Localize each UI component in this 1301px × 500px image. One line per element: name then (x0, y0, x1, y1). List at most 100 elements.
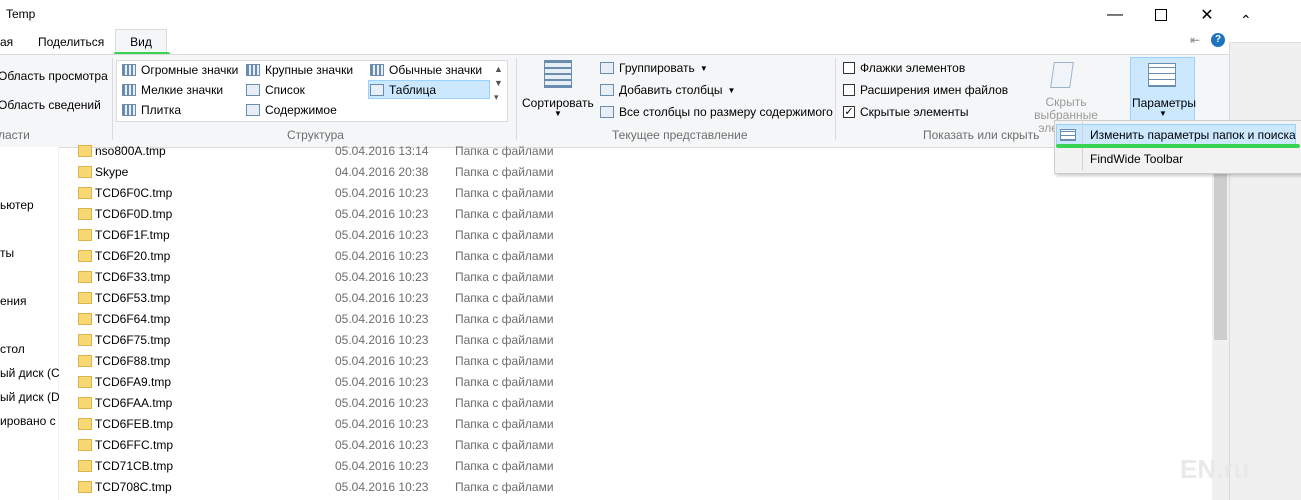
fit-columns-label: Все столбцы по размеру содержимого (619, 105, 833, 119)
group-by-button[interactable]: Группировать ▼ (600, 58, 708, 78)
extensions-checkbox[interactable] (843, 84, 855, 96)
nav-item[interactable]: ьютер (0, 198, 34, 212)
file-row[interactable]: TCD6F88.tmp 05.04.2016 10:23 Папка с файла… (75, 351, 635, 372)
file-type: Папка с файлами (455, 291, 554, 305)
folder-icon (78, 439, 92, 451)
options-label: Параметры (1132, 96, 1196, 110)
fit-columns-button[interactable]: Все столбцы по размеру содержимого (600, 102, 833, 122)
folder-icon (78, 292, 92, 304)
item-checkboxes-toggle[interactable]: Флажки элементов (843, 58, 965, 78)
file-name: TCD6F0C.tmp (95, 186, 173, 200)
group-separator (516, 58, 517, 140)
preview-pane-button[interactable]: Область просмотра (0, 66, 108, 86)
layout-details[interactable]: Таблица (370, 80, 436, 100)
file-name: TCD6F88.tmp (95, 354, 171, 368)
content-icon (246, 104, 260, 116)
file-name: TCD6FFC.tmp (95, 438, 173, 452)
change-folder-options-item[interactable]: Изменить параметры папок и поиска (1090, 128, 1296, 142)
scrollbar-thumb[interactable] (1214, 172, 1227, 340)
file-name: nso800A.tmp (95, 144, 166, 158)
hidden-items-checkbox[interactable]: ✓ (843, 106, 855, 118)
file-date: 05.04.2016 10:23 (335, 291, 429, 305)
file-row[interactable]: TCD6FEB.tmp 05.04.2016 10:23 Папка с файла… (75, 414, 635, 435)
file-type: Папка с файлами (455, 333, 554, 347)
findwide-toolbar-item[interactable]: FindWide Toolbar (1090, 152, 1183, 166)
file-date: 05.04.2016 10:23 (335, 480, 429, 494)
show-hide-group-label: Показать или скрыть (923, 128, 1040, 142)
details-pane-button[interactable]: Область сведений (0, 95, 101, 115)
pin-icon[interactable]: ⇤ (1190, 33, 1200, 47)
minimize-button[interactable]: — (1092, 0, 1138, 30)
file-row[interactable]: TCD6FA9.tmp 05.04.2016 10:23 Папка с файла… (75, 372, 635, 393)
maximize-button[interactable] (1138, 0, 1184, 30)
file-name: TCD6F53.tmp (95, 291, 171, 305)
chevron-up-icon[interactable]: ⌃ (1240, 12, 1252, 29)
file-type: Папка с файлами (455, 354, 554, 368)
file-date: 05.04.2016 10:23 (335, 207, 429, 221)
file-name: TCD6F64.tmp (95, 312, 171, 326)
nav-item[interactable]: ты (0, 246, 14, 260)
file-type: Папка с файлами (455, 144, 554, 158)
extensions-toggle[interactable]: Расширения имен файлов (843, 80, 1008, 100)
file-date: 05.04.2016 10:23 (335, 312, 429, 326)
nav-item[interactable]: ировано с (0, 414, 56, 428)
file-date: 05.04.2016 10:23 (335, 270, 429, 284)
file-row[interactable]: TCD6F33.tmp 05.04.2016 10:23 Папка с файла… (75, 267, 635, 288)
tab-home-partial[interactable]: ая (0, 30, 19, 54)
file-row[interactable]: TCD6FFC.tmp 05.04.2016 10:23 Папка с файла… (75, 435, 635, 456)
fit-columns-icon (600, 106, 614, 118)
layout-tiles[interactable]: Плитка (122, 100, 181, 120)
tab-share[interactable]: Поделиться (32, 30, 110, 54)
file-row[interactable]: TCD6F20.tmp 05.04.2016 10:23 Папка с файла… (75, 246, 635, 267)
file-row[interactable]: nso800A.tmp 05.04.2016 13:14 Папка с файла… (75, 141, 635, 162)
layout-medium-icons[interactable]: Обычные значки (370, 60, 482, 80)
file-row[interactable]: TCD6F0C.tmp 05.04.2016 10:23 Папка с файла… (75, 183, 635, 204)
sort-button[interactable]: Сортировать (522, 96, 594, 110)
folder-icon (78, 250, 92, 262)
file-name: Skype (95, 165, 129, 179)
folder-icon (78, 187, 92, 199)
layout-content[interactable]: Содержимое (246, 100, 337, 120)
file-name: TCD6F1F.tmp (95, 228, 170, 242)
layout-small-icons[interactable]: Мелкие значки (122, 80, 223, 100)
file-row[interactable]: TCD6F64.tmp 05.04.2016 10:23 Папка с файла… (75, 309, 635, 330)
file-date: 05.04.2016 10:23 (335, 333, 429, 347)
layout-scroll-arrows[interactable]: ▲ ▼ ▾ (494, 62, 503, 104)
nav-item[interactable]: ый диск (D (0, 390, 60, 404)
menu-item-highlight-underline (1056, 144, 1300, 148)
file-name: TCD6F33.tmp (95, 270, 171, 284)
help-icon[interactable]: ? (1211, 33, 1225, 47)
item-checkboxes-checkbox[interactable] (843, 62, 855, 74)
file-name: TCD708C.tmp (95, 480, 172, 494)
nav-item[interactable]: ения (0, 294, 27, 308)
file-name: TCD6F0D.tmp (95, 207, 173, 221)
layout-label: Огромные значки (141, 63, 239, 77)
sort-icon (544, 60, 572, 88)
close-button[interactable]: ✕ (1184, 0, 1230, 30)
file-row[interactable]: Skype 04.04.2016 20:38 Папка с файлами (75, 162, 635, 183)
file-row[interactable]: TCD6F0D.tmp 05.04.2016 10:23 Папка с файла… (75, 204, 635, 225)
extensions-label: Расширения имен файлов (860, 83, 1009, 97)
hide-selected-label: Скрыть выбранные (1034, 95, 1098, 122)
file-name: TCD6FEB.tmp (95, 417, 174, 431)
file-row[interactable]: TCD6F75.tmp 05.04.2016 10:23 Папка с файла… (75, 330, 635, 351)
group-by-icon (600, 62, 614, 74)
file-row[interactable]: TCD6FAA.tmp 05.04.2016 10:23 Папка с файла… (75, 393, 635, 414)
ribbon-tabs (0, 30, 1229, 54)
layout-extra-large-icons[interactable]: Огромные значки (122, 60, 238, 80)
nav-item[interactable]: ый диск (C (0, 366, 60, 380)
file-row[interactable]: TCD71CB.tmp 05.04.2016 10:23 Папка с файла… (75, 456, 635, 477)
file-type: Папка с файлами (455, 459, 554, 473)
file-name: TCD71CB.tmp (95, 459, 174, 473)
layout-label: Обычные значки (389, 63, 483, 77)
layout-large-icons[interactable]: Крупные значки (246, 60, 353, 80)
list-icon (246, 84, 260, 96)
add-columns-button[interactable]: Добавить столбцы ▼ (600, 80, 735, 100)
hidden-items-toggle[interactable]: ✓ Скрытые элементы (843, 102, 969, 122)
file-row[interactable]: TCD6F1F.tmp 05.04.2016 10:23 Папка с файла… (75, 225, 635, 246)
file-row[interactable]: TCD6F53.tmp 05.04.2016 10:23 Папка с файла… (75, 288, 635, 309)
nav-item[interactable]: стол (0, 342, 25, 356)
layout-list[interactable]: Список (246, 80, 305, 100)
file-row[interactable]: TCD708C.tmp 05.04.2016 10:23 Папка с файла… (75, 477, 635, 498)
file-type: Папка с файлами (455, 417, 554, 431)
